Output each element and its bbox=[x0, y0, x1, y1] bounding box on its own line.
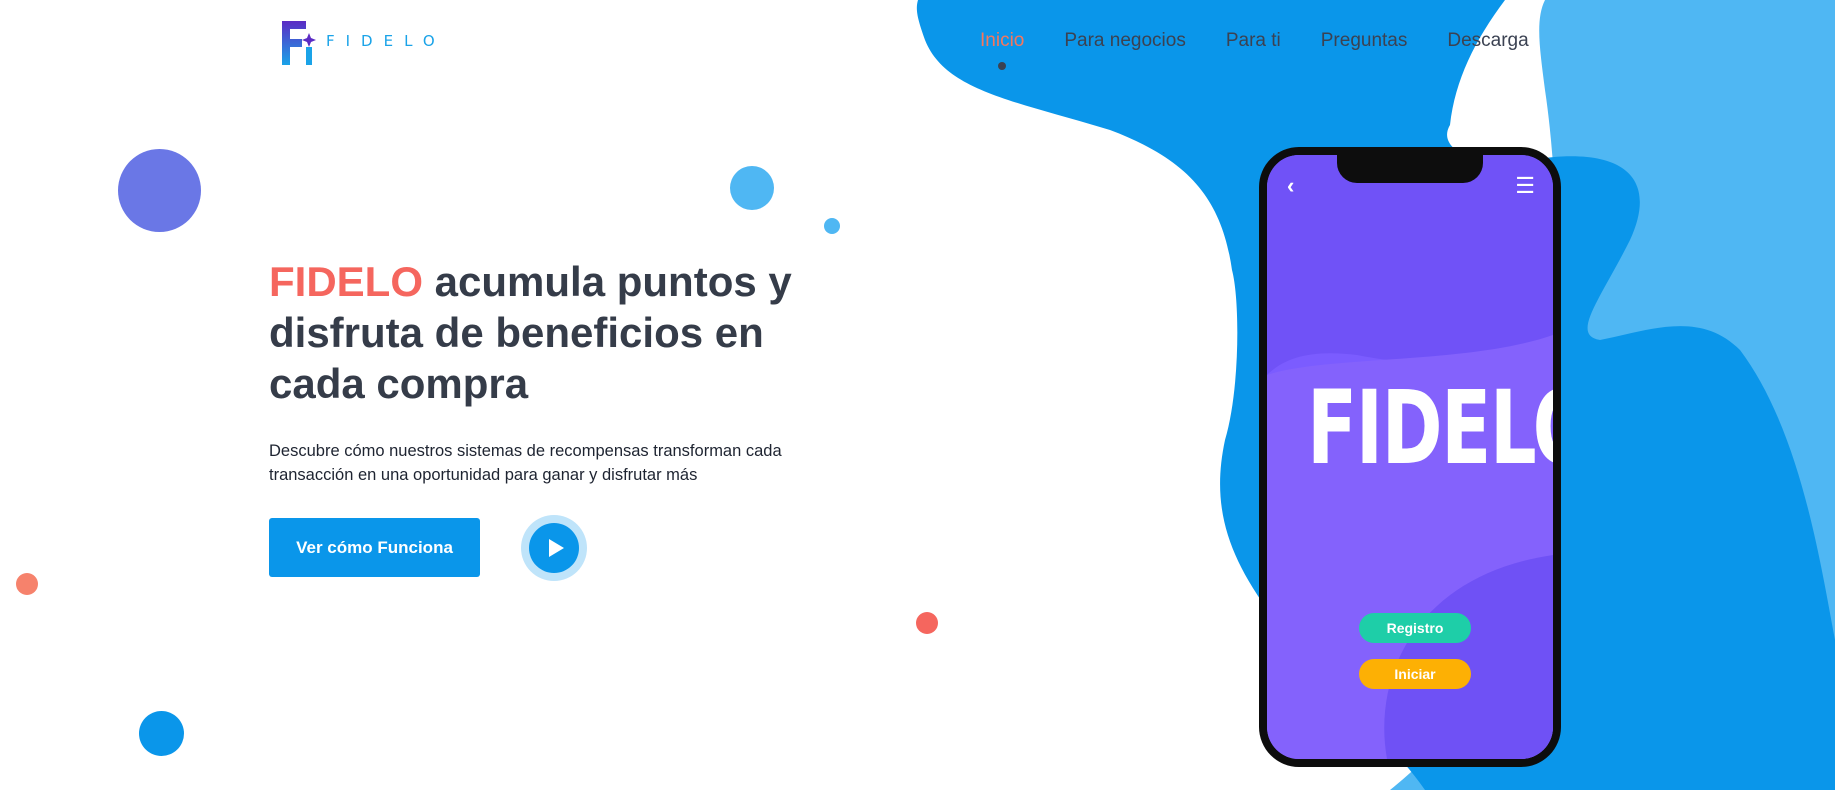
hero-title-brand: FIDELO bbox=[269, 258, 423, 305]
play-video-button[interactable] bbox=[521, 515, 587, 581]
phone-mockup: ‹ ☰ FIDELO Registro Iniciar bbox=[1259, 147, 1561, 767]
brand-logo[interactable]: FIDELO bbox=[280, 16, 446, 66]
play-button-core bbox=[529, 523, 579, 573]
phone-app-logo: FIDELO bbox=[1307, 369, 1553, 488]
nav-item-para-ti[interactable]: Para ti bbox=[1226, 30, 1281, 52]
main-nav: Inicio Para negocios Para ti Preguntas D… bbox=[980, 30, 1569, 70]
decorative-circle-red bbox=[916, 612, 938, 634]
hero-title: FIDELO acumula puntos y disfruta de bene… bbox=[269, 256, 849, 409]
hamburger-menu-icon[interactable]: ☰ bbox=[1515, 173, 1535, 199]
phone-notch bbox=[1337, 155, 1483, 183]
decorative-circle-blue-large bbox=[139, 711, 184, 756]
how-it-works-button[interactable]: Ver cómo Funciona bbox=[269, 518, 480, 577]
nav-item-descarga[interactable]: Descarga bbox=[1447, 30, 1528, 52]
logo-text: FIDELO bbox=[326, 32, 446, 50]
register-button[interactable]: Registro bbox=[1359, 613, 1471, 643]
logo-mark-icon bbox=[280, 17, 316, 65]
chevron-left-icon[interactable]: ‹ bbox=[1287, 173, 1294, 199]
play-icon bbox=[549, 539, 564, 557]
nav-item-preguntas[interactable]: Preguntas bbox=[1321, 30, 1408, 52]
nav-item-inicio[interactable]: Inicio bbox=[980, 30, 1024, 70]
decorative-circle-purple bbox=[118, 149, 201, 232]
nav-item-para-negocios[interactable]: Para negocios bbox=[1064, 30, 1185, 52]
decorative-circle-blue-medium bbox=[730, 166, 774, 210]
hero-description: Descubre cómo nuestros sistemas de recom… bbox=[269, 442, 782, 484]
decorative-circle-coral bbox=[16, 573, 38, 595]
login-button[interactable]: Iniciar bbox=[1359, 659, 1471, 689]
phone-screen: ‹ ☰ FIDELO Registro Iniciar bbox=[1267, 155, 1553, 759]
decorative-circle-blue-small bbox=[824, 218, 840, 234]
